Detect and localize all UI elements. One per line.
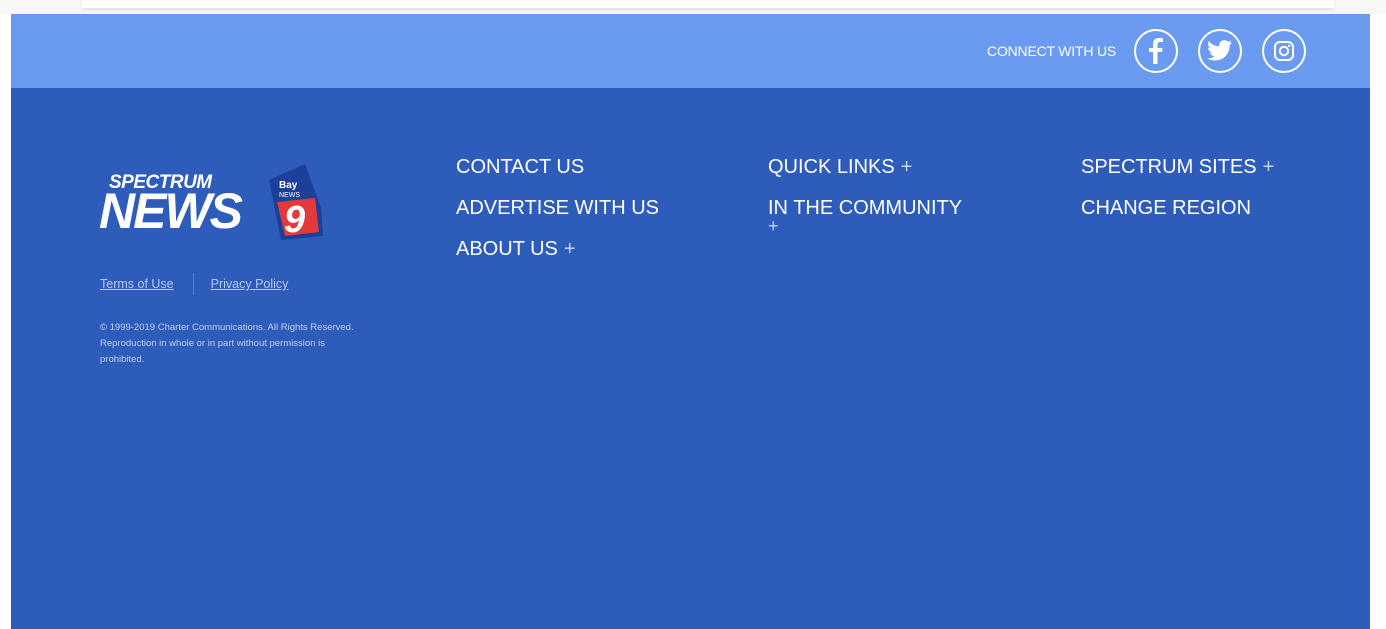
legal-links: Terms of Use Privacy Policy: [100, 273, 288, 295]
nav-change-region[interactable]: CHANGE REGION: [1081, 196, 1274, 220]
nav-in-the-community-label: IN THE COMMUNITY: [768, 197, 963, 219]
nav-column-1: CONTACT US ADVERTISE WITH US ABOUT US +: [456, 155, 659, 278]
nav-advertise-label: ADVERTISE WITH US: [456, 197, 659, 219]
page-top-strip: [0, 0, 1386, 14]
spectrum-news-logo[interactable]: SPECTRUM NEWS Bay NEWS 9: [99, 162, 339, 244]
nav-quick-links[interactable]: QUICK LINKS +: [768, 155, 998, 179]
badge-news-text: NEWS: [279, 192, 300, 199]
nav-spectrum-sites-label: SPECTRUM SITES: [1081, 156, 1257, 178]
nav-change-region-label: CHANGE REGION: [1081, 197, 1252, 219]
facebook-icon[interactable]: [1134, 29, 1178, 73]
copyright-text: © 1999-2019 Charter Communications. All …: [100, 322, 354, 365]
nav-spectrum-sites[interactable]: SPECTRUM SITES +: [1081, 155, 1274, 179]
badge-bay-text: Bay: [279, 180, 298, 191]
nav-column-2: QUICK LINKS + IN THE COMMUNITY +: [768, 155, 998, 249]
content-card-edge: [82, 0, 1334, 8]
logo-news-text: NEWS: [99, 183, 243, 239]
instagram-icon[interactable]: [1262, 29, 1306, 73]
nav-contact-us[interactable]: CONTACT US: [456, 155, 659, 179]
nav-in-the-community[interactable]: IN THE COMMUNITY +: [768, 196, 998, 235]
nav-advertise-with-us[interactable]: ADVERTISE WITH US: [456, 196, 659, 220]
connect-bar: CONNECT WITH US: [11, 14, 1370, 88]
expand-plus-icon[interactable]: +: [1263, 156, 1275, 178]
badge-nine-text: 9: [284, 199, 305, 241]
privacy-policy-link[interactable]: Privacy Policy: [211, 277, 289, 291]
nav-about-us[interactable]: ABOUT US +: [456, 237, 659, 261]
connect-label: CONNECT WITH US: [987, 43, 1116, 59]
nav-about-us-label: ABOUT US: [456, 238, 558, 260]
footer: SPECTRUM NEWS Bay NEWS 9 Terms of Use Pr…: [11, 88, 1370, 629]
nav-column-3: SPECTRUM SITES + CHANGE REGION: [1081, 155, 1274, 237]
bay-news-9-badge-icon: Bay NEWS 9: [269, 164, 323, 241]
nav-contact-us-label: CONTACT US: [456, 156, 585, 178]
twitter-icon[interactable]: [1198, 29, 1242, 73]
expand-plus-icon[interactable]: +: [901, 156, 913, 178]
legal-divider: [192, 273, 194, 295]
expand-plus-icon[interactable]: +: [768, 217, 998, 235]
terms-of-use-link[interactable]: Terms of Use: [100, 277, 174, 291]
expand-plus-icon[interactable]: +: [564, 238, 576, 260]
nav-quick-links-label: QUICK LINKS: [768, 156, 895, 178]
